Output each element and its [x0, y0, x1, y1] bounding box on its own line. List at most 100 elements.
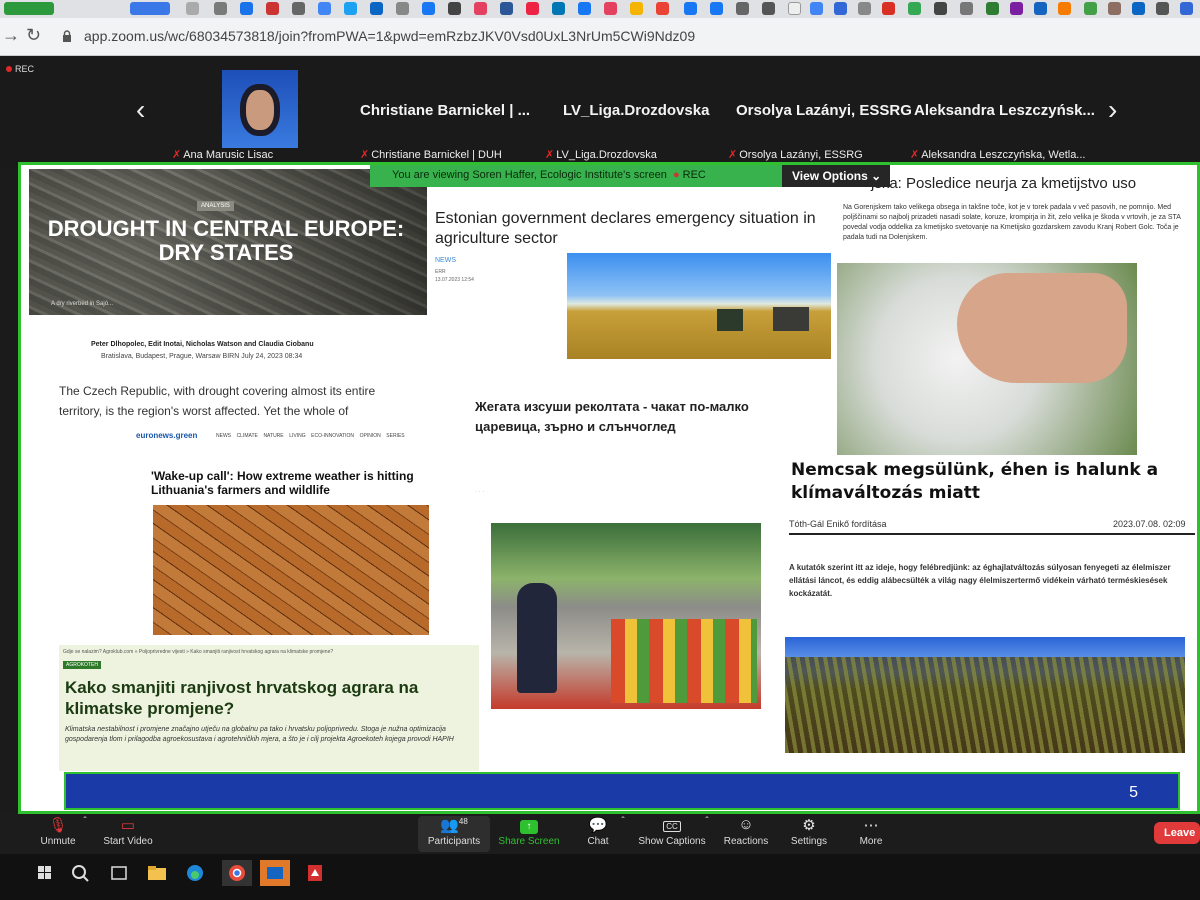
captions-button[interactable]: CC Show Captions [636, 816, 708, 847]
back-arrow-icon[interactable]: → [2, 25, 20, 46]
shared-screen[interactable]: ANALYSIS DROUGHT IN CENTRAL EUROPE: DRY … [18, 162, 1200, 814]
reactions-button[interactable]: ☺ Reactions [718, 816, 774, 847]
participant-tile-label[interactable]: Christiane Barnickel | ... [360, 102, 530, 119]
bookmark-icon[interactable] [1084, 2, 1097, 15]
participant-video-tile[interactable] [222, 70, 298, 148]
nav-item[interactable]: OPINION [360, 433, 381, 439]
share-screen-button[interactable]: ↑ Share Screen [496, 816, 562, 847]
bookmark-icon[interactable] [448, 2, 461, 15]
more-button[interactable]: ⋯ More [852, 816, 890, 847]
hu-title[interactable]: Nemcsak megsülünk, éhen is halunk a klím… [791, 459, 1171, 505]
bookmark-icon[interactable] [578, 2, 591, 15]
bookmark-icon[interactable] [834, 2, 847, 15]
bookmark-icon[interactable] [214, 2, 227, 15]
task-view-icon[interactable] [104, 860, 134, 886]
bookmark-icon[interactable] [526, 2, 539, 15]
bookmark-icon[interactable] [474, 2, 487, 15]
nav-item[interactable]: SERIES [386, 433, 404, 439]
bookmark-icon[interactable] [656, 2, 669, 15]
chevron-up-icon[interactable]: ˆ [702, 816, 712, 827]
pdf-reader-icon[interactable] [300, 860, 330, 886]
bookmark-icon[interactable] [882, 2, 895, 15]
more-icon: ⋯ [863, 817, 879, 834]
windows-start-icon[interactable] [30, 860, 60, 886]
settings-button[interactable]: ⚙ Settings [786, 816, 832, 847]
nav-item[interactable]: ECO-INNOVATION [311, 433, 354, 439]
bookmark-icon[interactable] [788, 2, 801, 15]
bookmark-item[interactable] [4, 2, 54, 15]
bookmark-icon[interactable] [396, 2, 409, 15]
bookmark-icon[interactable] [1156, 2, 1169, 15]
search-icon[interactable] [66, 860, 96, 886]
file-explorer-icon[interactable] [142, 860, 172, 886]
chevron-up-icon[interactable]: ˆ [80, 816, 90, 827]
bookmark-icon[interactable] [318, 2, 331, 15]
unmute-button[interactable]: 🎙 Unmute [38, 816, 78, 847]
chevron-right-icon[interactable]: › [1108, 94, 1117, 126]
bookmark-icon[interactable] [604, 2, 617, 15]
edge-browser-icon[interactable] [180, 860, 210, 886]
reload-icon[interactable]: ↻ [26, 25, 41, 46]
err-title[interactable]: Estonian government declares emergency s… [435, 209, 835, 249]
bookmark-icon[interactable] [552, 2, 565, 15]
bookmark-icon[interactable] [422, 2, 435, 15]
bookmark-icon[interactable] [710, 2, 723, 15]
participants-button[interactable]: 👥48 Participants [418, 816, 490, 852]
url-field[interactable]: app.zoom.us/wc/68034573818/join?fromPWA=… [84, 28, 695, 44]
bookmark-icon[interactable] [762, 2, 775, 15]
start-video-button[interactable]: ▭ Start Video [100, 816, 156, 847]
chat-icon: 💬 [588, 817, 608, 834]
bookmark-icon[interactable] [186, 2, 199, 15]
chevron-left-icon[interactable]: ‹ [136, 94, 145, 126]
more-label: More [859, 836, 883, 847]
view-options-button[interactable]: View Options ⌄ [782, 165, 890, 187]
bookmark-icon[interactable] [1180, 2, 1193, 15]
outlook-icon[interactable] [260, 860, 290, 886]
bookmark-icon[interactable] [858, 2, 871, 15]
slo-title[interactable]: jska: Posledice neurja za kmetijstvo uso [871, 175, 1197, 192]
nav-item[interactable]: LIVING [289, 433, 305, 439]
bookmark-icon[interactable] [292, 2, 305, 15]
participant-name: ✗ LV_Liga.Drozdovska [545, 148, 657, 161]
bookmark-icon[interactable] [810, 2, 823, 15]
bg-title[interactable]: Жегата изсуши реколтата - чакат по-малко… [475, 397, 785, 437]
euronews-title[interactable]: 'Wake-up call': How extreme weather is h… [151, 469, 421, 497]
chrome-browser-icon[interactable] [222, 860, 252, 886]
view-options-label: View Options [792, 169, 868, 183]
bookmark-icon[interactable] [1132, 2, 1145, 15]
bookmark-icon[interactable] [370, 2, 383, 15]
bookmark-icon[interactable] [344, 2, 357, 15]
bookmark-icon[interactable] [960, 2, 973, 15]
bookmark-icon[interactable] [266, 2, 279, 15]
nav-item[interactable]: NEWS [216, 433, 231, 439]
bookmark-icon[interactable] [1010, 2, 1023, 15]
slo-body: Na Gorenjskem tako velikega obsega in ta… [843, 204, 1181, 241]
agroklub-title[interactable]: Kako smanjiti ranjivost hrvatskog agrara… [65, 677, 465, 719]
bookmark-icon[interactable] [1034, 2, 1047, 15]
leave-button[interactable]: Leave [1154, 822, 1200, 844]
participant-tile-label[interactable]: LV_Liga.Drozdovska [563, 102, 709, 119]
participant-name: ✗ Ana Marusic Lisac [172, 148, 273, 161]
bookmark-icon[interactable] [684, 2, 697, 15]
bookmark-icon[interactable] [500, 2, 513, 15]
combine-harvester [717, 309, 743, 331]
zoom-gallery-strip: REC ‹ › Christiane Barnickel | ... LV_Li… [0, 56, 1200, 168]
nav-item[interactable]: CLIMATE [237, 433, 258, 439]
bookmark-icon[interactable] [240, 2, 253, 15]
unmute-label: Unmute [40, 836, 76, 847]
bookmark-icon[interactable] [736, 2, 749, 15]
bookmark-icon[interactable] [934, 2, 947, 15]
bookmark-icon[interactable] [630, 2, 643, 15]
bookmark-icon[interactable] [986, 2, 999, 15]
nav-item[interactable]: NATURE [263, 433, 283, 439]
participant-name-text: Aleksandra Leszczyńska, Wetla... [921, 149, 1086, 161]
bookmark-icon[interactable] [1108, 2, 1121, 15]
chevron-up-icon[interactable]: ˆ [618, 816, 628, 827]
bookmark-icon[interactable] [908, 2, 921, 15]
participant-tile-label[interactable]: Orsolya Lazányi, ESSRG [736, 102, 912, 119]
chat-button[interactable]: 💬 Chat [578, 816, 618, 847]
participant-tile-label[interactable]: Aleksandra Leszczyńsk... [914, 102, 1095, 119]
bookmark-item[interactable] [130, 2, 170, 15]
agroklub-tag: AGROKOTEH [63, 661, 101, 669]
bookmark-icon[interactable] [1058, 2, 1071, 15]
